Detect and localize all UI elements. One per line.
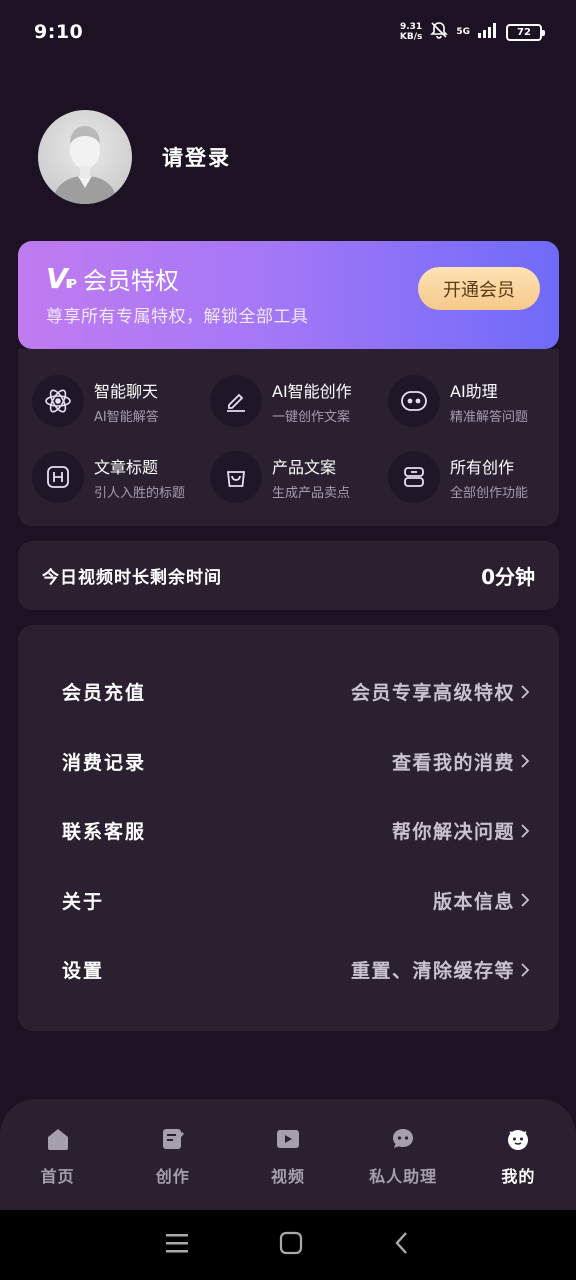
feature-desc: 精准解答问题 xyxy=(450,409,529,425)
chevron-right-icon xyxy=(521,893,530,907)
vip-banner[interactable]: VIP 会员特权 尊享所有专属特权，解锁全部工具 开通会员 xyxy=(18,241,559,349)
net-speed: 9.31 KB/s xyxy=(400,22,422,42)
vip-logo: VIP xyxy=(46,262,77,295)
menu-value: 版本信息 xyxy=(432,890,515,913)
feature-desc: 一键创作文案 xyxy=(272,409,351,425)
avatar[interactable] xyxy=(38,110,132,204)
feature-smart-chat[interactable]: 智能聊天 AI智能解答 xyxy=(32,363,210,439)
feature-name: AI助理 xyxy=(450,381,498,401)
tab-label: 首页 xyxy=(40,1167,75,1186)
net-speed-value: 9.31 xyxy=(399,22,423,32)
feature-all-creations[interactable]: 所有创作 全部创作功能 xyxy=(388,439,566,515)
home-square-icon[interactable] xyxy=(279,1231,303,1259)
atom-icon xyxy=(32,375,84,427)
tab-home[interactable]: 首页 xyxy=(0,1099,115,1210)
back-icon[interactable] xyxy=(393,1231,411,1259)
feature-name: AI智能创作 xyxy=(272,381,352,401)
signal-icon xyxy=(477,22,499,42)
feature-ai-assistant[interactable]: AI助理 精准解答问题 xyxy=(388,363,566,439)
menu-item-consumption[interactable]: 消费记录 查看我的消费 xyxy=(18,727,559,797)
tab-video[interactable]: 视频 xyxy=(230,1099,345,1210)
status-icons: 9.31 KB/s 5G 72 xyxy=(400,20,545,44)
signal-type: 5G xyxy=(456,26,470,37)
feature-ai-creation[interactable]: AI智能创作 一键创作文案 xyxy=(210,363,388,439)
battery-level: 72 xyxy=(517,26,531,38)
feature-article-title[interactable]: 文章标题 引人入胜的标题 xyxy=(32,439,210,515)
menu-value: 帮你解决问题 xyxy=(391,821,515,844)
tab-mine[interactable]: 我的 xyxy=(461,1099,576,1210)
pencil-icon xyxy=(210,375,262,427)
mute-bell-icon xyxy=(429,20,449,44)
menu-item-about[interactable]: 关于 版本信息 xyxy=(18,866,559,936)
chevron-right-icon xyxy=(521,824,530,838)
chevron-right-icon xyxy=(521,754,530,768)
feature-name: 所有创作 xyxy=(450,457,515,477)
menu-icon[interactable] xyxy=(165,1232,189,1258)
chevron-right-icon xyxy=(521,963,530,977)
vip-logo-v: V xyxy=(46,262,68,295)
menu-item-settings[interactable]: 设置 重置、清除缓存等 xyxy=(18,935,559,1005)
tab-label: 创作 xyxy=(155,1167,190,1186)
document-edit-icon xyxy=(159,1125,187,1153)
tab-label: 我的 xyxy=(501,1167,536,1186)
video-time-card: 今日视频时长剩余时间 0分钟 xyxy=(18,541,559,610)
chevron-right-icon xyxy=(521,685,530,699)
status-time: 9:10 xyxy=(34,21,84,43)
feature-grid: 智能聊天 AI智能解答 AI智能创作 一键创作文案 AI助理 精准解答问题 文章… xyxy=(18,349,559,526)
menu-value: 重置、清除缓存等 xyxy=(350,960,515,983)
heading-icon xyxy=(32,451,84,503)
system-nav-bar xyxy=(0,1210,576,1280)
robot-face-icon xyxy=(388,375,440,427)
feature-desc: AI智能解答 xyxy=(94,409,159,425)
menu-item-support[interactable]: 联系客服 帮你解决问题 xyxy=(18,796,559,866)
feature-desc: 生成产品卖点 xyxy=(272,485,351,501)
menu-value: 会员专享高级特权 xyxy=(350,682,515,705)
vip-title: 会员特权 xyxy=(82,267,179,295)
feature-name: 产品文案 xyxy=(272,457,337,477)
menu-label: 关于 xyxy=(62,890,105,913)
bottom-tab-bar: 首页 创作 视频 私人助理 我的 xyxy=(0,1099,576,1210)
menu-label: 消费记录 xyxy=(62,751,147,774)
net-speed-unit: KB/s xyxy=(399,32,423,42)
tab-label: 私人助理 xyxy=(369,1167,438,1186)
battery-icon: 72 xyxy=(506,23,545,41)
status-bar: 9:10 9.31 KB/s 5G 72 xyxy=(0,0,576,64)
home-icon xyxy=(44,1125,72,1153)
menu-label: 设置 xyxy=(62,960,105,983)
profile-header[interactable]: 请登录 xyxy=(38,110,231,204)
menu-label: 联系客服 xyxy=(62,821,147,844)
settings-menu: 会员充值 会员专享高级特权 消费记录 查看我的消费 联系客服 帮你解决问题 关于… xyxy=(18,625,559,1031)
tab-create[interactable]: 创作 xyxy=(115,1099,230,1210)
face-icon xyxy=(504,1125,532,1153)
feature-product-copy[interactable]: 产品文案 生成产品卖点 xyxy=(210,439,388,515)
tab-label: 视频 xyxy=(270,1167,305,1186)
chat-bubble-icon xyxy=(389,1125,417,1153)
vip-logo-ip: IP xyxy=(65,277,77,291)
video-time-label: 今日视频时长剩余时间 xyxy=(42,568,222,588)
feature-desc: 全部创作功能 xyxy=(450,485,529,501)
feature-name: 智能聊天 xyxy=(94,381,159,401)
shopping-bag-icon xyxy=(210,451,262,503)
menu-value: 查看我的消费 xyxy=(391,751,515,774)
login-label[interactable]: 请登录 xyxy=(162,142,231,172)
menu-item-recharge[interactable]: 会员充值 会员专享高级特权 xyxy=(18,657,559,727)
layers-icon xyxy=(388,451,440,503)
menu-label: 会员充值 xyxy=(62,682,147,705)
open-membership-button[interactable]: 开通会员 xyxy=(418,267,540,310)
tab-assistant[interactable]: 私人助理 xyxy=(346,1099,461,1210)
play-icon xyxy=(274,1125,302,1153)
feature-name: 文章标题 xyxy=(94,457,159,477)
feature-desc: 引人入胜的标题 xyxy=(94,485,186,501)
video-time-value: 0分钟 xyxy=(481,565,535,589)
